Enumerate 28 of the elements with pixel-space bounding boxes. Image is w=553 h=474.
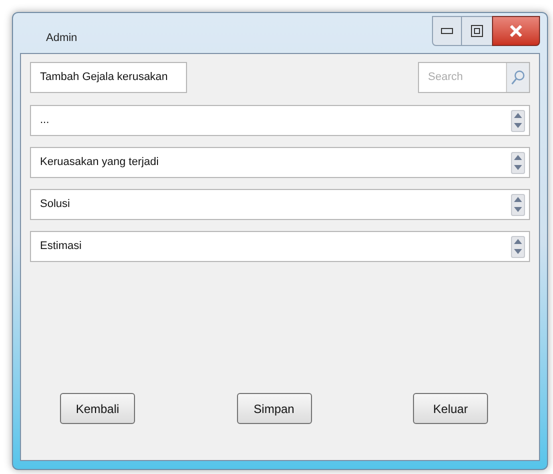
search-icon [511,70,525,86]
minimize-button[interactable] [432,16,462,46]
down-arrow-icon [514,123,522,128]
up-arrow-icon [514,239,522,244]
down-arrow-icon [514,165,522,170]
spinner-control[interactable] [511,194,525,216]
window-title: Admin [46,31,78,46]
up-arrow-icon [514,113,522,118]
maximize-button[interactable] [462,16,492,46]
text-field[interactable]: ... [30,105,530,136]
close-icon [509,24,523,38]
up-arrow-icon [514,197,522,202]
maximize-icon [471,25,483,37]
down-arrow-icon [514,249,522,254]
spinner-control[interactable] [511,236,525,258]
action-button[interactable]: Kembali [60,393,135,424]
action-button[interactable]: Keluar [413,393,488,424]
text-field[interactable]: Estimasi [30,231,530,262]
action-button[interactable]: Simpan [236,393,312,424]
title-field[interactable]: Tambah Gejala kerusakan [30,62,187,93]
text-field[interactable]: Solusi [30,189,530,220]
spinner-control[interactable] [511,110,525,132]
minimize-icon [441,28,453,34]
text-field[interactable]: Keruasakan yang terjadi [30,147,530,178]
down-arrow-icon [514,207,522,212]
up-arrow-icon [514,155,522,160]
close-button[interactable] [492,16,540,46]
spinner-control[interactable] [511,152,525,174]
